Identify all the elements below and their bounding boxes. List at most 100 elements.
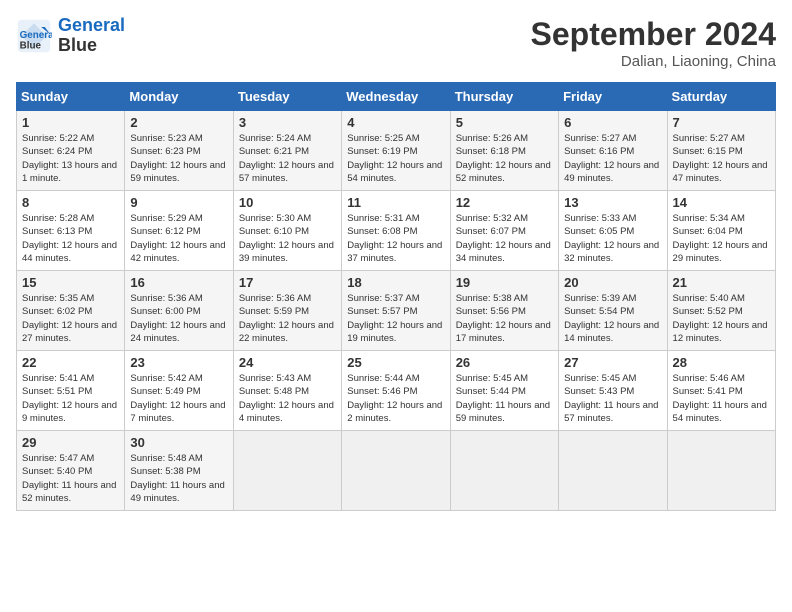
calendar-cell: 7Sunrise: 5:27 AMSunset: 6:15 PMDaylight… xyxy=(667,111,775,191)
calendar-cell: 15 Sunrise: 5:35 AMSunset: 6:02 PMDayligh… xyxy=(17,271,125,351)
calendar-cell: 13 Sunrise: 5:33 AMSunset: 6:05 PMDayligh… xyxy=(559,191,667,271)
day-number: 26 xyxy=(456,355,553,370)
day-detail: Sunrise: 5:38 AMSunset: 5:56 PMDaylight:… xyxy=(456,293,551,344)
page-header: General Blue GeneralBlue September 2024 … xyxy=(16,16,776,70)
day-detail: Sunrise: 5:44 AMSunset: 5:46 PMDaylight:… xyxy=(347,373,442,424)
calendar-cell xyxy=(667,431,775,511)
day-detail: Sunrise: 5:45 AMSunset: 5:44 PMDaylight:… xyxy=(456,373,550,424)
calendar-cell: 20 Sunrise: 5:39 AMSunset: 5:54 PMDayligh… xyxy=(559,271,667,351)
calendar-cell: 19 Sunrise: 5:38 AMSunset: 5:56 PMDayligh… xyxy=(450,271,558,351)
calendar-cell xyxy=(233,431,341,511)
svg-text:Blue: Blue xyxy=(20,40,42,51)
day-number: 23 xyxy=(130,355,227,370)
day-detail: Sunrise: 5:33 AMSunset: 6:05 PMDaylight:… xyxy=(564,213,659,264)
day-detail: Sunrise: 5:24 AMSunset: 6:21 PMDaylight:… xyxy=(239,133,334,184)
day-number: 27 xyxy=(564,355,661,370)
day-number: 1 xyxy=(22,115,119,130)
day-number: 2 xyxy=(130,115,227,130)
day-detail: Sunrise: 5:34 AMSunset: 6:04 PMDaylight:… xyxy=(673,213,768,264)
day-detail: Sunrise: 5:26 AMSunset: 6:18 PMDaylight:… xyxy=(456,133,551,184)
day-number: 15 xyxy=(22,275,119,290)
day-number: 24 xyxy=(239,355,336,370)
calendar-week-1: 1 Sunrise: 5:22 AMSunset: 6:24 PMDaylight… xyxy=(17,111,776,191)
title-block: September 2024 Dalian, Liaoning, China xyxy=(531,16,776,70)
day-detail: Sunrise: 5:47 AMSunset: 5:40 PMDaylight:… xyxy=(22,453,116,504)
calendar-week-3: 15 Sunrise: 5:35 AMSunset: 6:02 PMDayligh… xyxy=(17,271,776,351)
day-detail: Sunrise: 5:32 AMSunset: 6:07 PMDaylight:… xyxy=(456,213,551,264)
day-detail: Sunrise: 5:37 AMSunset: 5:57 PMDaylight:… xyxy=(347,293,442,344)
day-detail: Sunrise: 5:22 AMSunset: 6:24 PMDaylight:… xyxy=(22,133,117,184)
logo: General Blue GeneralBlue xyxy=(16,16,125,56)
day-number: 20 xyxy=(564,275,661,290)
day-number: 16 xyxy=(130,275,227,290)
day-detail: Sunrise: 5:31 AMSunset: 6:08 PMDaylight:… xyxy=(347,213,442,264)
calendar-cell: 1 Sunrise: 5:22 AMSunset: 6:24 PMDaylight… xyxy=(17,111,125,191)
calendar-cell: 2 Sunrise: 5:23 AMSunset: 6:23 PMDaylight… xyxy=(125,111,233,191)
weekday-header-wednesday: Wednesday xyxy=(342,83,450,111)
weekday-header-tuesday: Tuesday xyxy=(233,83,341,111)
day-detail: Sunrise: 5:27 AMSunset: 6:15 PMDaylight:… xyxy=(673,133,768,184)
day-detail: Sunrise: 5:46 AMSunset: 5:41 PMDaylight:… xyxy=(673,373,767,424)
calendar-cell: 4Sunrise: 5:25 AMSunset: 6:19 PMDaylight… xyxy=(342,111,450,191)
day-detail: Sunrise: 5:29 AMSunset: 6:12 PMDaylight:… xyxy=(130,213,225,264)
weekday-header-thursday: Thursday xyxy=(450,83,558,111)
calendar-cell: 9Sunrise: 5:29 AMSunset: 6:12 PMDaylight… xyxy=(125,191,233,271)
day-detail: Sunrise: 5:27 AMSunset: 6:16 PMDaylight:… xyxy=(564,133,659,184)
calendar-cell: 30 Sunrise: 5:48 AMSunset: 5:38 PMDayligh… xyxy=(125,431,233,511)
calendar-cell: 14Sunrise: 5:34 AMSunset: 6:04 PMDayligh… xyxy=(667,191,775,271)
day-number: 21 xyxy=(673,275,770,290)
day-number: 17 xyxy=(239,275,336,290)
calendar-cell: 24 Sunrise: 5:43 AMSunset: 5:48 PMDayligh… xyxy=(233,351,341,431)
calendar-week-2: 8 Sunrise: 5:28 AMSunset: 6:13 PMDaylight… xyxy=(17,191,776,271)
weekday-header-monday: Monday xyxy=(125,83,233,111)
day-number: 3 xyxy=(239,115,336,130)
calendar-cell: 16Sunrise: 5:36 AMSunset: 6:00 PMDayligh… xyxy=(125,271,233,351)
calendar-cell: 10 Sunrise: 5:30 AMSunset: 6:10 PMDayligh… xyxy=(233,191,341,271)
month-title: September 2024 xyxy=(531,16,776,53)
day-detail: Sunrise: 5:48 AMSunset: 5:38 PMDaylight:… xyxy=(130,453,224,504)
calendar-cell: 17 Sunrise: 5:36 AMSunset: 5:59 PMDayligh… xyxy=(233,271,341,351)
calendar-cell: 12 Sunrise: 5:32 AMSunset: 6:07 PMDayligh… xyxy=(450,191,558,271)
day-number: 6 xyxy=(564,115,661,130)
day-number: 12 xyxy=(456,195,553,210)
logo-icon: General Blue xyxy=(16,18,52,54)
day-detail: Sunrise: 5:40 AMSunset: 5:52 PMDaylight:… xyxy=(673,293,768,344)
weekday-header-friday: Friday xyxy=(559,83,667,111)
day-number: 10 xyxy=(239,195,336,210)
day-number: 19 xyxy=(456,275,553,290)
calendar-cell: 18 Sunrise: 5:37 AMSunset: 5:57 PMDayligh… xyxy=(342,271,450,351)
day-number: 30 xyxy=(130,435,227,450)
day-number: 18 xyxy=(347,275,444,290)
day-number: 29 xyxy=(22,435,119,450)
day-number: 5 xyxy=(456,115,553,130)
calendar-cell: 11 Sunrise: 5:31 AMSunset: 6:08 PMDayligh… xyxy=(342,191,450,271)
day-detail: Sunrise: 5:36 AMSunset: 5:59 PMDaylight:… xyxy=(239,293,334,344)
calendar-cell: 28Sunrise: 5:46 AMSunset: 5:41 PMDayligh… xyxy=(667,351,775,431)
day-number: 13 xyxy=(564,195,661,210)
day-detail: Sunrise: 5:43 AMSunset: 5:48 PMDaylight:… xyxy=(239,373,334,424)
calendar-cell: 29 Sunrise: 5:47 AMSunset: 5:40 PMDayligh… xyxy=(17,431,125,511)
calendar-cell: 22Sunrise: 5:41 AMSunset: 5:51 PMDayligh… xyxy=(17,351,125,431)
day-detail: Sunrise: 5:45 AMSunset: 5:43 PMDaylight:… xyxy=(564,373,658,424)
weekday-header-saturday: Saturday xyxy=(667,83,775,111)
calendar-cell: 23Sunrise: 5:42 AMSunset: 5:49 PMDayligh… xyxy=(125,351,233,431)
day-number: 11 xyxy=(347,195,444,210)
day-detail: Sunrise: 5:30 AMSunset: 6:10 PMDaylight:… xyxy=(239,213,334,264)
calendar-cell: 21 Sunrise: 5:40 AMSunset: 5:52 PMDayligh… xyxy=(667,271,775,351)
day-detail: Sunrise: 5:39 AMSunset: 5:54 PMDaylight:… xyxy=(564,293,659,344)
day-detail: Sunrise: 5:35 AMSunset: 6:02 PMDaylight:… xyxy=(22,293,117,344)
day-number: 4 xyxy=(347,115,444,130)
calendar-week-4: 22Sunrise: 5:41 AMSunset: 5:51 PMDayligh… xyxy=(17,351,776,431)
weekday-header-row: SundayMondayTuesdayWednesdayThursdayFrid… xyxy=(17,83,776,111)
calendar-cell: 26 Sunrise: 5:45 AMSunset: 5:44 PMDayligh… xyxy=(450,351,558,431)
calendar-week-5: 29 Sunrise: 5:47 AMSunset: 5:40 PMDayligh… xyxy=(17,431,776,511)
calendar-cell xyxy=(559,431,667,511)
calendar-cell: 8 Sunrise: 5:28 AMSunset: 6:13 PMDaylight… xyxy=(17,191,125,271)
calendar-cell xyxy=(450,431,558,511)
day-detail: Sunrise: 5:28 AMSunset: 6:13 PMDaylight:… xyxy=(22,213,117,264)
calendar-cell: 3 Sunrise: 5:24 AMSunset: 6:21 PMDaylight… xyxy=(233,111,341,191)
day-detail: Sunrise: 5:23 AMSunset: 6:23 PMDaylight:… xyxy=(130,133,225,184)
day-number: 8 xyxy=(22,195,119,210)
calendar-cell: 6 Sunrise: 5:27 AMSunset: 6:16 PMDaylight… xyxy=(559,111,667,191)
day-number: 22 xyxy=(22,355,119,370)
